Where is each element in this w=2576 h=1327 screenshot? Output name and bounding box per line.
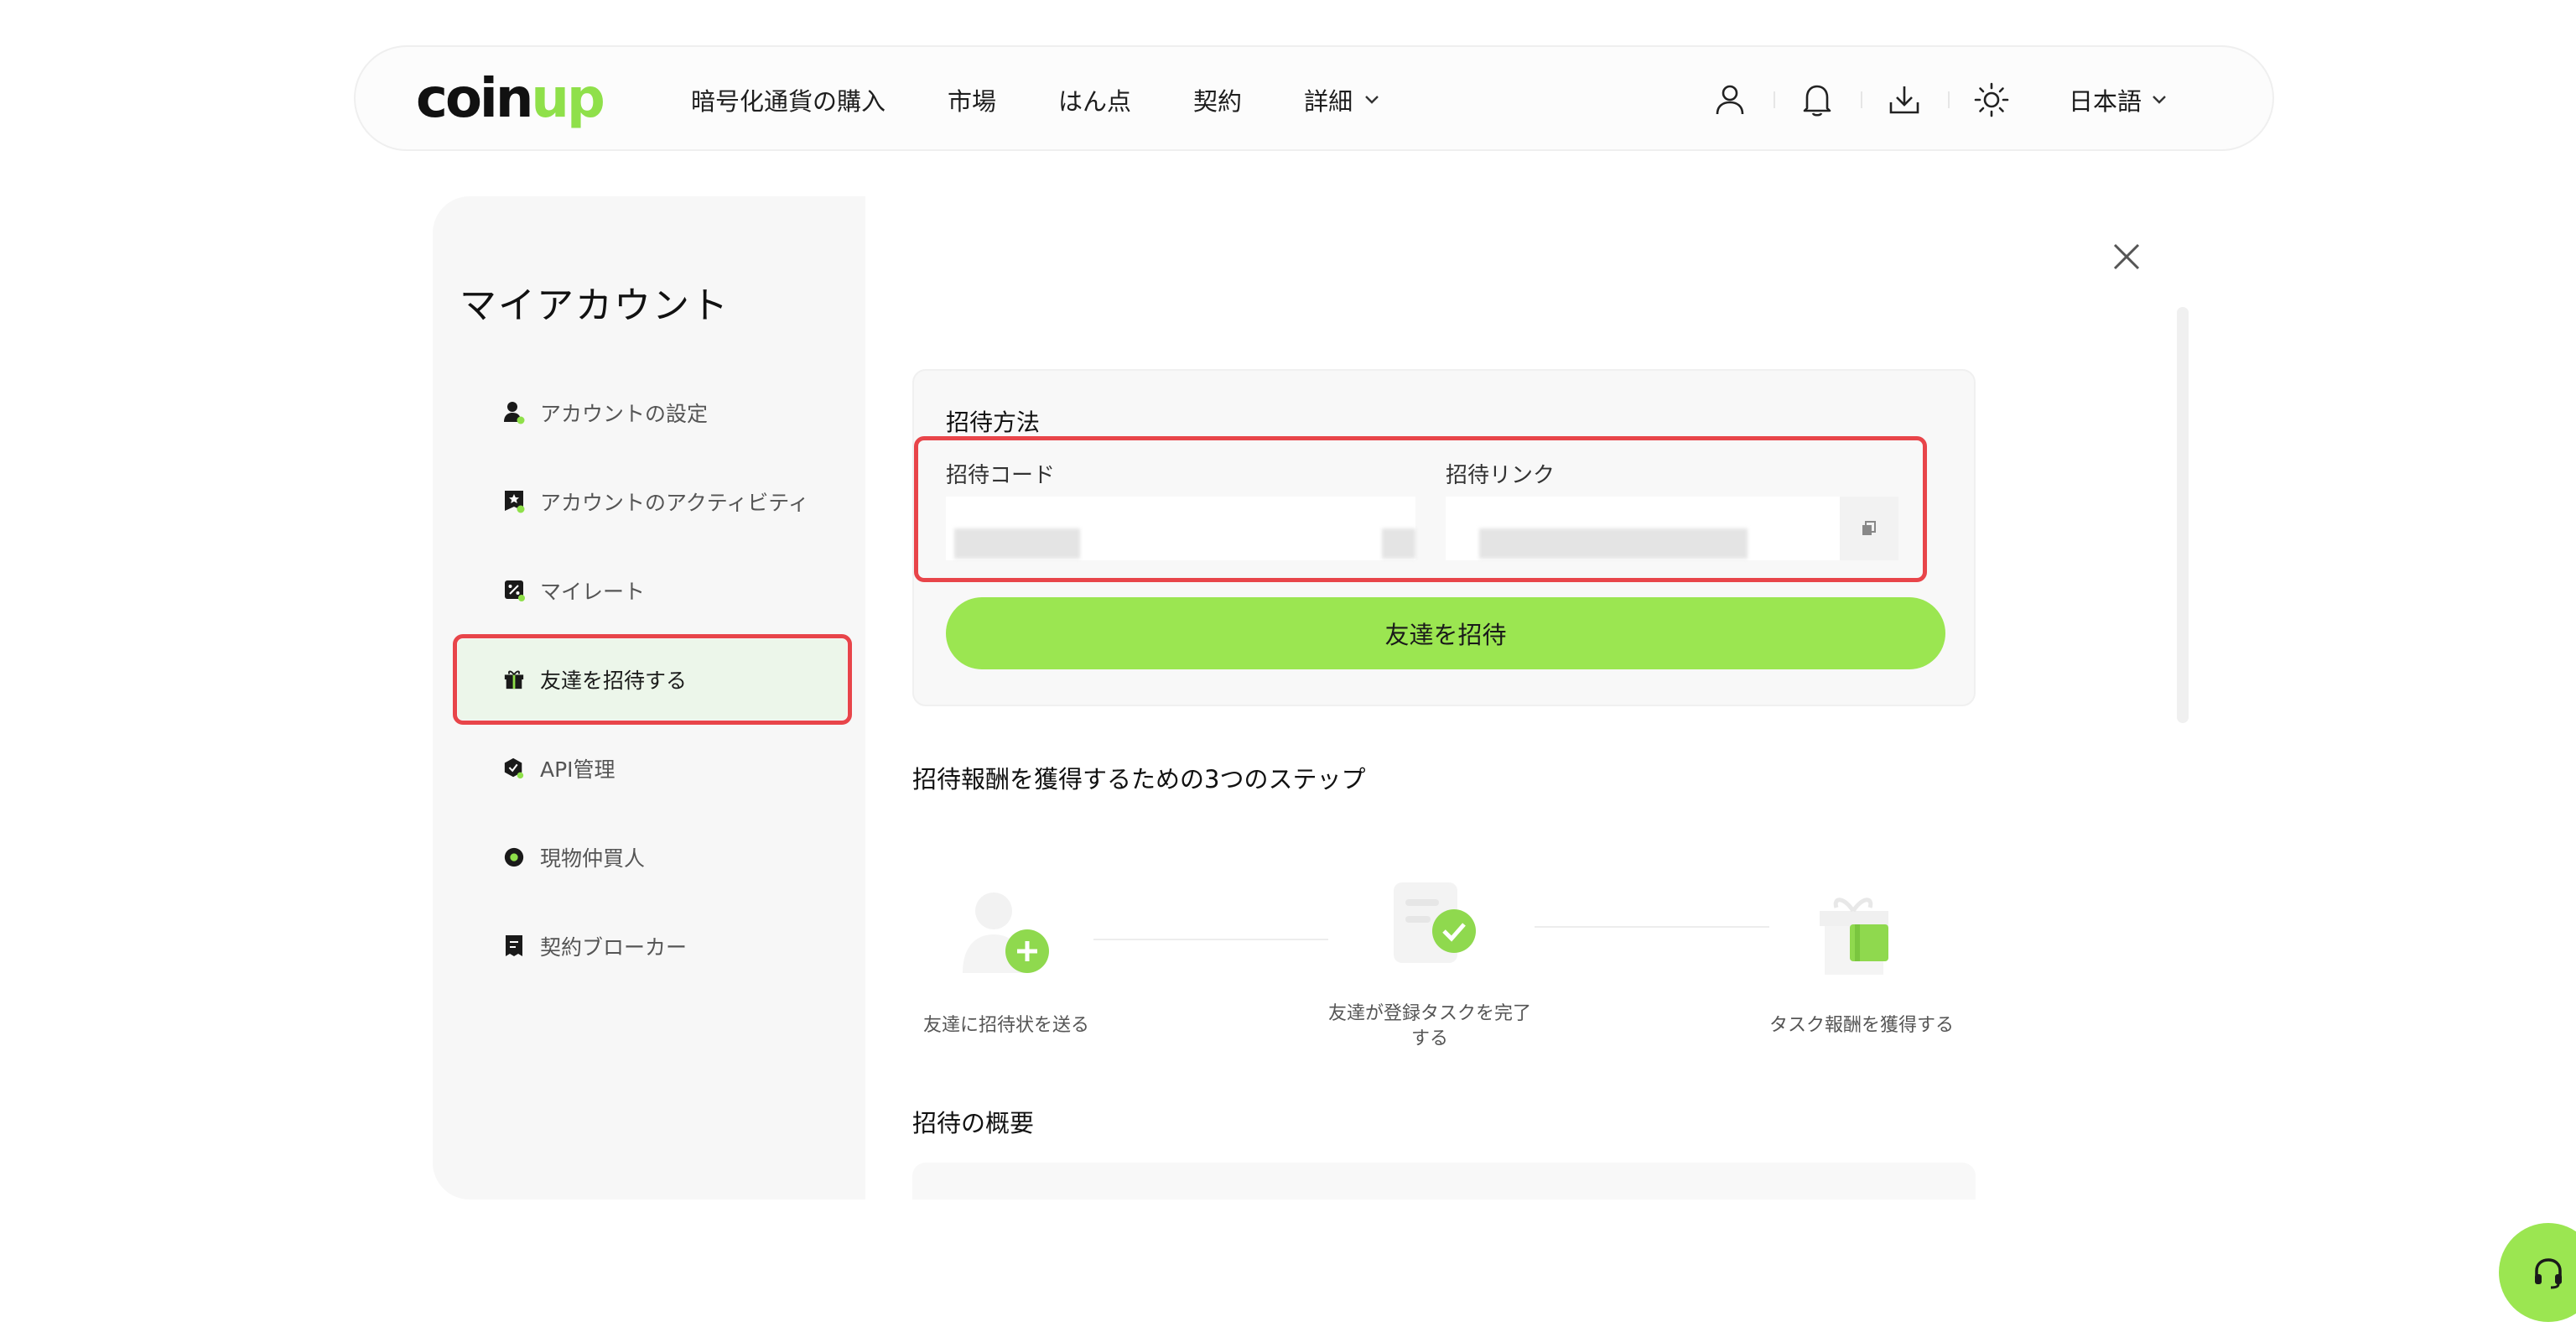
logo-text-main: coin xyxy=(416,68,533,130)
bell-icon[interactable] xyxy=(1773,47,1861,153)
nav-more[interactable]: 詳細 xyxy=(1304,82,1379,117)
sidebar-item-api[interactable]: API管理 xyxy=(458,728,847,809)
logo-text-accent: up xyxy=(531,68,605,130)
contract-broker-icon xyxy=(503,934,525,958)
sidebar-item-contract-broker[interactable]: 契約ブローカー xyxy=(458,906,847,986)
content-scrollbar[interactable] xyxy=(2177,307,2189,723)
step-complete-task-illustration xyxy=(1389,879,1489,975)
user-icon[interactable] xyxy=(1686,47,1774,153)
step-earn-reward-illustration xyxy=(1811,892,1912,988)
sidebar-item-spot-broker[interactable]: 現物仲買人 xyxy=(458,817,847,898)
invite-method-title: 招待方法 xyxy=(946,409,1041,436)
rate-icon xyxy=(503,579,525,602)
sidebar-item-label: アカウントのアクティビティ xyxy=(540,491,809,515)
invite-link-field[interactable] xyxy=(1446,497,1840,560)
invite-link-label: 招待リンク xyxy=(1446,463,1555,488)
support-chat-button[interactable] xyxy=(2499,1223,2576,1322)
sidebar-item-label: 友達を招待する xyxy=(540,669,688,693)
step-label: 友達が登録タスクを完了する xyxy=(1327,1003,1531,1049)
top-navigation-bar: coin up 暗号化通貨の購入 市場 はん点 契約 詳細 日本語 xyxy=(354,45,2274,151)
sidebar-item-label: 現物仲買人 xyxy=(540,846,646,871)
copy-icon xyxy=(1862,521,1876,535)
redacted-code xyxy=(954,528,1080,559)
sidebar-item-invite-friends[interactable]: 友達を招待する xyxy=(453,634,852,725)
sidebar-item-label: アカウントの設定 xyxy=(540,402,709,426)
nav-market[interactable]: 市場 xyxy=(948,82,996,117)
coinup-logo[interactable]: coin up xyxy=(416,68,605,130)
step-connector xyxy=(1093,939,1328,940)
user-settings-icon xyxy=(503,401,525,424)
sidebar-item-label: マイレート xyxy=(540,580,646,604)
activity-icon xyxy=(503,490,525,513)
main-nav: 暗号化通貨の購入 市場 はん点 契約 詳細 xyxy=(691,47,1379,153)
language-selector[interactable]: 日本語 xyxy=(2069,82,2167,117)
copy-link-button[interactable] xyxy=(1840,497,1898,560)
invite-friends-button[interactable]: 友達を招待 xyxy=(946,597,1945,669)
step-send-invite-illustration xyxy=(956,889,1065,985)
sidebar-title: マイアカウント xyxy=(460,284,730,327)
headset-icon xyxy=(2535,1258,2562,1289)
chevron-down-icon xyxy=(2153,96,2166,104)
nav-buy-crypto[interactable]: 暗号化通貨の購入 xyxy=(691,82,886,117)
close-icon[interactable] xyxy=(2106,237,2147,277)
add-user-icon xyxy=(963,892,1049,973)
sun-icon[interactable] xyxy=(1947,47,2035,153)
sidebar-item-my-rate[interactable]: マイレート xyxy=(458,550,847,631)
steps-title: 招待報酬を獲得するための3つのステップ xyxy=(912,765,1366,794)
gift-icon xyxy=(503,668,525,691)
sidebar-item-account-settings[interactable]: アカウントの設定 xyxy=(458,372,847,453)
step-label: 友達に招待状を送る xyxy=(922,1015,1089,1036)
api-icon xyxy=(503,757,525,780)
nav-contract[interactable]: 契約 xyxy=(1193,82,1242,117)
sidebar-item-label: API管理 xyxy=(540,757,615,782)
account-sidebar: マイアカウント アカウントの設定 アカウントのアクティビティ マイレート 友達を… xyxy=(433,196,865,1200)
nav-points[interactable]: はん点 xyxy=(1058,82,1131,117)
reward-gift-icon xyxy=(1820,898,1888,975)
chevron-down-icon xyxy=(1365,96,1379,104)
nav-actions: 日本語 xyxy=(1686,47,2167,153)
overview-title: 招待の概要 xyxy=(912,1109,1035,1137)
task-check-icon xyxy=(1394,882,1476,963)
overview-card xyxy=(912,1163,1976,1200)
invite-code-field[interactable] xyxy=(946,497,1415,560)
spot-broker-icon xyxy=(503,846,525,869)
step-label: タスク報酬を獲得する xyxy=(1768,1015,1954,1036)
invite-code-label: 招待コード xyxy=(946,463,1056,488)
invite-method-card: 招待方法 招待コード 招待リンク 友達を招待 xyxy=(912,369,1976,706)
redacted-link xyxy=(1479,528,1748,559)
sidebar-item-label: 契約ブローカー xyxy=(540,935,688,960)
download-icon[interactable] xyxy=(1860,47,1948,153)
language-label: 日本語 xyxy=(2068,87,2142,116)
sidebar-item-account-activity[interactable]: アカウントのアクティビティ xyxy=(458,461,847,542)
step-connector xyxy=(1535,926,1769,928)
redacted-copy xyxy=(1382,528,1415,559)
